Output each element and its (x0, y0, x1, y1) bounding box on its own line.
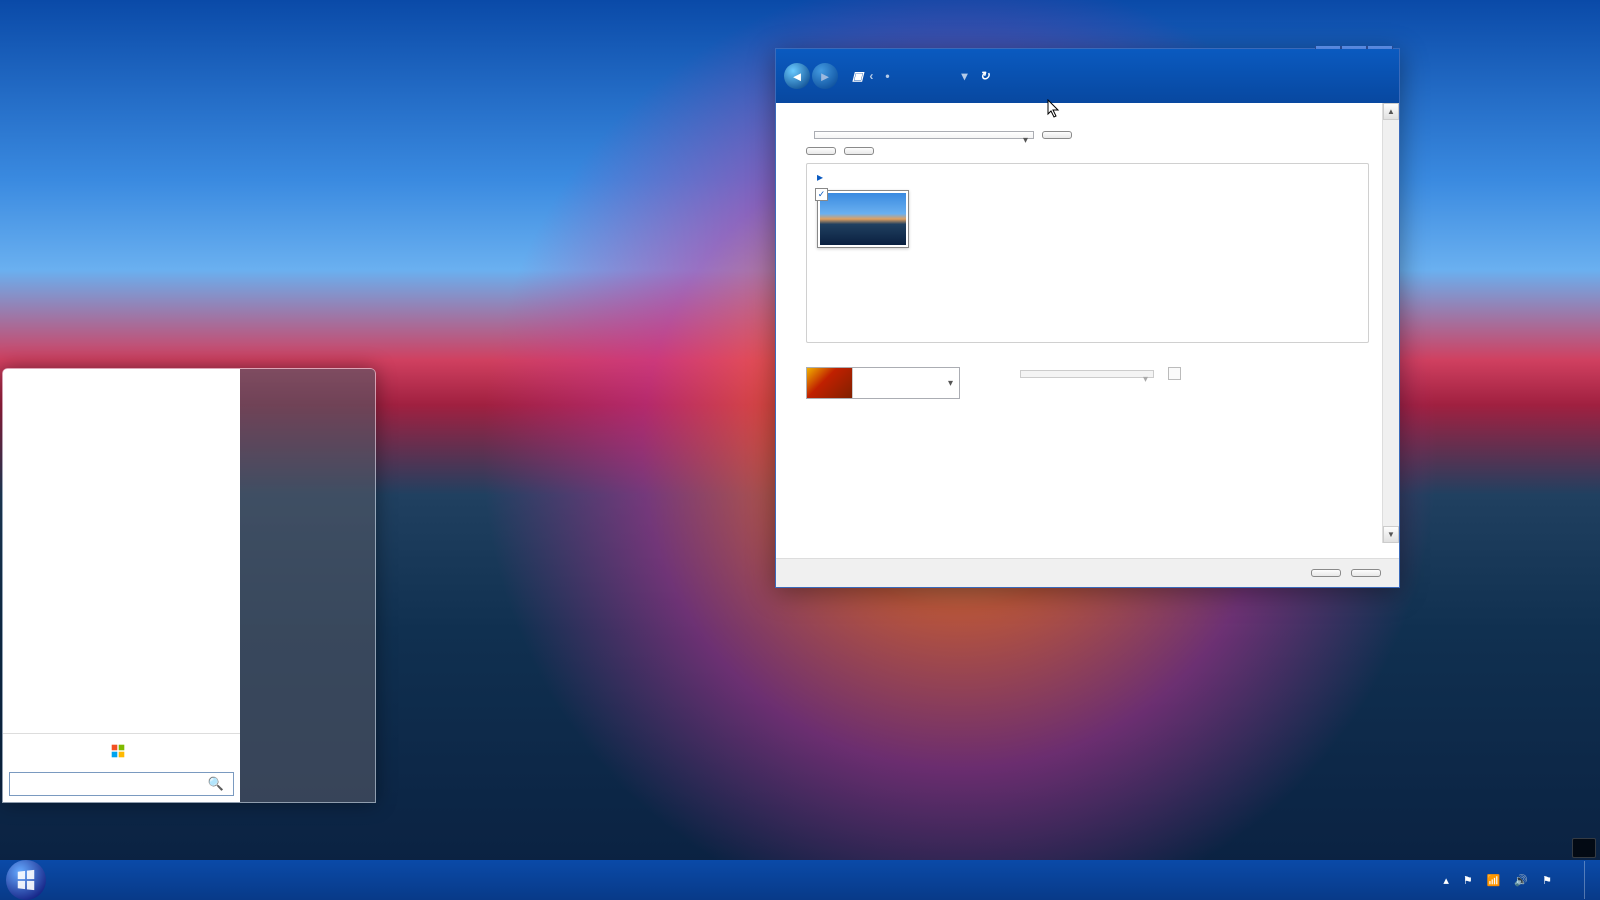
scroll-down-icon[interactable]: ▼ (1383, 526, 1399, 543)
search-container: 🔍 (3, 766, 240, 802)
wallpaper-gallery: ▸ ✓ (806, 163, 1369, 343)
location-select[interactable] (814, 131, 1034, 139)
windows-orb-icon (15, 869, 37, 891)
position-preview-icon (807, 368, 853, 398)
system-tray: ▴ ⚑ 📶 🔊 ⚑ (1425, 861, 1594, 899)
breadcrumb-sep: • (885, 69, 889, 83)
tray-action-center-icon[interactable]: ⚑ (1538, 872, 1556, 889)
tray-network-icon[interactable]: 📶 (1483, 872, 1505, 889)
start-button[interactable] (6, 860, 46, 900)
show-desktop-button[interactable] (1584, 861, 1594, 899)
vertical-scrollbar[interactable]: ▲ ▼ (1382, 103, 1399, 543)
breadcrumb-dropdown-icon[interactable]: ▾ (962, 69, 968, 83)
search-input[interactable] (9, 772, 234, 796)
tray-volume-icon[interactable]: 🔊 (1510, 872, 1532, 889)
tray-show-hidden-icon[interactable]: ▴ (1439, 872, 1453, 889)
browse-button[interactable] (1042, 131, 1072, 139)
breadcrumb-sep: ‹ (869, 69, 873, 83)
breadcrumb[interactable]: ▣ ‹ • ▾ ↻ (852, 69, 990, 83)
forward-button[interactable]: ► (812, 63, 838, 89)
window-footer (776, 558, 1399, 587)
start-menu-left: 🔍 (3, 369, 240, 802)
start-menu: 🔍 (2, 368, 376, 803)
refresh-icon[interactable]: ↻ (980, 69, 990, 83)
checkbox-icon (1168, 367, 1181, 380)
program-list (3, 369, 240, 733)
scroll-up-icon[interactable]: ▲ (1383, 103, 1399, 120)
start-menu-right (240, 369, 375, 802)
cpu-ram-badge (1572, 838, 1596, 858)
windows-logo-icon (111, 744, 125, 758)
wallpaper-thumbnail[interactable]: ✓ (817, 190, 909, 248)
breadcrumb-icon: ▣ (852, 69, 863, 83)
tray-language[interactable] (1425, 878, 1433, 882)
control-panel-window: — ☐ ✕ ◄ ► ▣ ‹ • ▾ ↻ ▸ (775, 48, 1400, 588)
save-button[interactable] (1311, 569, 1341, 577)
titlebar[interactable]: ◄ ► ▣ ‹ • ▾ ↻ (776, 49, 1399, 103)
thumbnail-image (820, 193, 906, 245)
search-icon: 🔍 (207, 776, 223, 792)
thumbnail-checkbox[interactable]: ✓ (815, 188, 828, 201)
select-all-button[interactable] (806, 147, 836, 155)
gallery-path[interactable]: ▸ (817, 170, 1358, 184)
taskbar: ▴ ⚑ 📶 🔊 ⚑ (0, 860, 1600, 900)
chevron-down-icon: ▾ (942, 378, 959, 389)
all-programs[interactable] (3, 733, 240, 766)
interval-select (1020, 370, 1154, 378)
back-button[interactable]: ◄ (784, 63, 810, 89)
position-select[interactable]: ▾ (806, 367, 960, 399)
collapse-icon[interactable]: ▸ (817, 170, 823, 184)
window-body: ▸ ✓ ▾ (776, 103, 1399, 558)
shuffle-checkbox (1168, 367, 1187, 380)
cancel-button[interactable] (1351, 569, 1381, 577)
clear-all-button[interactable] (844, 147, 874, 155)
tray-flag-icon[interactable]: ⚑ (1459, 872, 1477, 889)
